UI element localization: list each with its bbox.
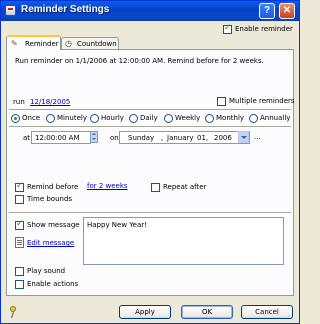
radio-hourly[interactable] xyxy=(90,114,99,123)
divider xyxy=(9,212,291,214)
radio-annually-label: Annually xyxy=(260,114,291,122)
radio-once-label: Once xyxy=(22,114,41,122)
summary-text: Run reminder on 1/1/2006 at 12:00:00 AM.… xyxy=(15,57,264,65)
on-label: on xyxy=(110,134,119,142)
radio-hourly-label: Hourly xyxy=(101,114,124,122)
play-sound-label: Play sound xyxy=(27,267,66,275)
calendar-icon xyxy=(5,5,16,16)
date-year: 2006 xyxy=(214,134,232,142)
radio-daily[interactable] xyxy=(129,114,138,123)
at-label: at xyxy=(23,134,31,142)
radio-annually[interactable] xyxy=(249,114,258,123)
show-message-label: Show message xyxy=(27,221,80,229)
time-spinner[interactable] xyxy=(90,131,98,143)
show-message-checkbox[interactable] xyxy=(15,219,24,230)
time-value: 12:00:00 AM xyxy=(35,134,80,142)
radio-minutely[interactable] xyxy=(46,114,55,123)
remind-before-label: Remind before xyxy=(27,183,79,191)
enable-reminder-checkbox[interactable] xyxy=(223,23,232,34)
time-input[interactable]: 12:00:00 AM xyxy=(31,131,91,144)
run-date-link[interactable]: 12/18/2005 xyxy=(30,98,70,106)
multiple-reminders-label: Multiple reminders xyxy=(229,97,295,105)
radio-monthly[interactable] xyxy=(205,114,214,123)
message-textarea[interactable]: Happy New Year! xyxy=(83,217,284,265)
radio-minutely-label: Minutely xyxy=(57,114,87,122)
window-title: Reminder Settings xyxy=(21,4,110,15)
edit-message-link[interactable]: Edit message xyxy=(27,239,74,247)
date-more-button[interactable]: ... xyxy=(254,133,261,141)
play-sound-checkbox[interactable] xyxy=(15,267,24,276)
remind-before-link[interactable]: for 2 weeks xyxy=(87,182,128,190)
date-month: January xyxy=(167,134,194,142)
ok-button[interactable]: OK xyxy=(181,305,233,319)
repeat-after-checkbox[interactable] xyxy=(151,183,160,192)
reminder-tab-panel: Run reminder on 1/1/2006 at 12:00:00 AM.… xyxy=(6,49,295,296)
reminder-settings-window: Reminder Settings ? ✕ Enable reminder ✎ … xyxy=(0,0,300,324)
close-button[interactable]: ✕ xyxy=(279,3,295,19)
apply-button[interactable]: Apply xyxy=(119,305,171,319)
tab-reminder[interactable]: ✎ Reminder xyxy=(6,35,61,50)
multiple-reminders-checkbox[interactable] xyxy=(217,97,226,106)
cancel-button[interactable]: Cancel xyxy=(241,305,293,319)
enable-reminder-label: Enable reminder xyxy=(235,25,293,33)
title-bar[interactable]: Reminder Settings ? ✕ xyxy=(1,1,299,21)
date-day: Sunday xyxy=(128,134,155,142)
tab-reminder-label: Reminder xyxy=(25,40,59,48)
time-bounds-checkbox[interactable] xyxy=(15,195,24,204)
pin-icon[interactable] xyxy=(7,306,19,318)
divider xyxy=(9,126,291,128)
divider xyxy=(9,109,291,111)
time-bounds-label: Time bounds xyxy=(27,195,73,203)
chevron-down-icon[interactable] xyxy=(238,131,249,143)
date-daynum: 01, xyxy=(197,134,209,142)
message-text: Happy New Year! xyxy=(87,221,147,229)
radio-monthly-label: Monthly xyxy=(216,114,245,122)
date-separator: , xyxy=(161,134,164,142)
remind-before-checkbox[interactable] xyxy=(15,181,24,192)
radio-once[interactable] xyxy=(11,114,20,123)
radio-weekly-label: Weekly xyxy=(175,114,201,122)
repeat-after-label: Repeat after xyxy=(163,183,207,191)
date-picker[interactable]: Sunday , January 01, 2006 xyxy=(119,131,250,144)
enable-actions-label: Enable actions xyxy=(27,280,79,288)
run-label: run xyxy=(13,98,25,106)
help-button[interactable]: ? xyxy=(259,3,275,19)
reminder-tab-icon: ✎ xyxy=(11,39,18,48)
radio-weekly[interactable] xyxy=(164,114,173,123)
radio-daily-label: Daily xyxy=(140,114,158,122)
enable-actions-checkbox[interactable] xyxy=(15,280,24,289)
clock-icon: ◷ xyxy=(65,39,72,48)
document-icon xyxy=(15,237,24,248)
tab-countdown-label: Countdown xyxy=(77,40,117,48)
